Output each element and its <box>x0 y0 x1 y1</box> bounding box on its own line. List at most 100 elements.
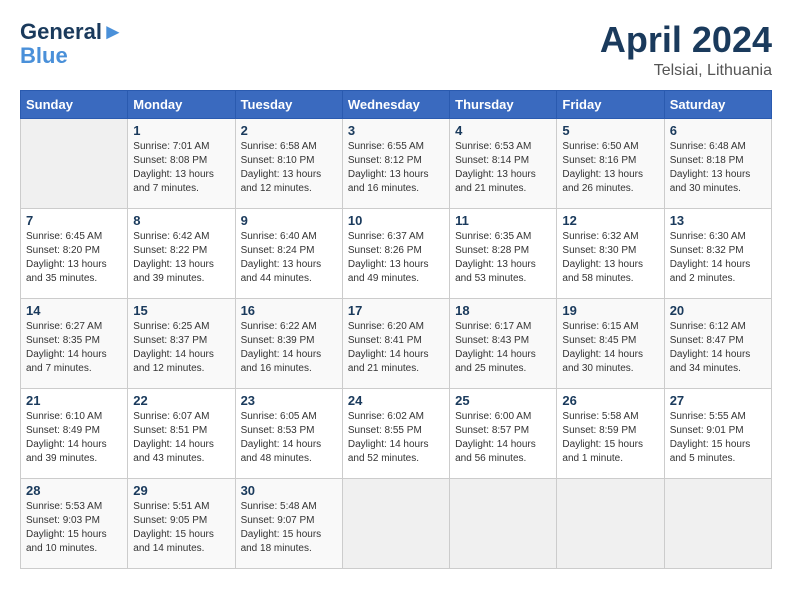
day-number: 18 <box>455 303 551 318</box>
calendar-week-row: 7Sunrise: 6:45 AM Sunset: 8:20 PM Daylig… <box>21 208 772 298</box>
day-number: 23 <box>241 393 337 408</box>
calendar-cell: 17 Sunrise: 6:20 AM Sunset: 8:41 PM Dayli… <box>342 298 449 388</box>
day-number: 9 <box>241 213 337 228</box>
calendar-cell <box>557 478 664 568</box>
cell-content: Sunrise: 6:42 AM Sunset: 8:22 PM Dayligh… <box>133 230 229 286</box>
cell-content: Sunrise: 6:15 AM Sunset: 8:45 PM Dayligh… <box>562 320 658 376</box>
weekday-header: Saturday <box>664 90 771 118</box>
day-number: 13 <box>670 213 766 228</box>
cell-content: Sunrise: 6:20 AM Sunset: 8:41 PM Dayligh… <box>348 320 444 376</box>
day-number: 5 <box>562 123 658 138</box>
calendar-cell: 25Sunrise: 6:00 AM Sunset: 8:57 PM Dayli… <box>450 388 557 478</box>
day-number: 6 <box>670 123 766 138</box>
calendar-week-row: 1Sunrise: 7:01 AM Sunset: 8:08 PM Daylig… <box>21 118 772 208</box>
day-number: 11 <box>455 213 551 228</box>
calendar-cell: 10 Sunrise: 6:37 AM Sunset: 8:26 PM Dayli… <box>342 208 449 298</box>
calendar-cell: 18Sunrise: 6:17 AM Sunset: 8:43 PM Dayli… <box>450 298 557 388</box>
cell-content: Sunrise: 5:51 AM Sunset: 9:05 PM Dayligh… <box>133 500 229 556</box>
day-number: 1 <box>133 123 229 138</box>
day-number: 14 <box>26 303 122 318</box>
cell-content: Sunrise: 6:53 AM Sunset: 8:14 PM Dayligh… <box>455 140 551 196</box>
calendar-cell: 9 Sunrise: 6:40 AM Sunset: 8:24 PM Daylig… <box>235 208 342 298</box>
calendar-cell: 19 Sunrise: 6:15 AM Sunset: 8:45 PM Dayli… <box>557 298 664 388</box>
cell-content: Sunrise: 6:30 AM Sunset: 8:32 PM Dayligh… <box>670 230 766 286</box>
cell-content: Sunrise: 6:37 AM Sunset: 8:26 PM Dayligh… <box>348 230 444 286</box>
day-number: 3 <box>348 123 444 138</box>
cell-content: Sunrise: 6:02 AM Sunset: 8:55 PM Dayligh… <box>348 410 444 466</box>
weekday-header: Sunday <box>21 90 128 118</box>
calendar-cell: 23 Sunrise: 6:05 AM Sunset: 8:53 PM Dayli… <box>235 388 342 478</box>
day-number: 15 <box>133 303 229 318</box>
day-number: 29 <box>133 483 229 498</box>
calendar-cell: 24Sunrise: 6:02 AM Sunset: 8:55 PM Dayli… <box>342 388 449 478</box>
calendar-cell: 1Sunrise: 7:01 AM Sunset: 8:08 PM Daylig… <box>128 118 235 208</box>
calendar-cell <box>664 478 771 568</box>
calendar-cell: 22Sunrise: 6:07 AM Sunset: 8:51 PM Dayli… <box>128 388 235 478</box>
calendar-cell <box>450 478 557 568</box>
day-number: 2 <box>241 123 337 138</box>
calendar-cell: 11 Sunrise: 6:35 AM Sunset: 8:28 PM Dayli… <box>450 208 557 298</box>
calendar-week-row: 21Sunrise: 6:10 AM Sunset: 8:49 PM Dayli… <box>21 388 772 478</box>
location: Telsiai, Lithuania <box>600 62 772 80</box>
cell-content: Sunrise: 5:58 AM Sunset: 8:59 PM Dayligh… <box>562 410 658 466</box>
calendar-cell: 7Sunrise: 6:45 AM Sunset: 8:20 PM Daylig… <box>21 208 128 298</box>
calendar-cell: 8 Sunrise: 6:42 AM Sunset: 8:22 PM Daylig… <box>128 208 235 298</box>
day-number: 7 <box>26 213 122 228</box>
calendar-body: 1Sunrise: 7:01 AM Sunset: 8:08 PM Daylig… <box>21 118 772 568</box>
cell-content: Sunrise: 6:40 AM Sunset: 8:24 PM Dayligh… <box>241 230 337 286</box>
day-number: 4 <box>455 123 551 138</box>
calendar-cell: 2 Sunrise: 6:58 AM Sunset: 8:10 PM Daylig… <box>235 118 342 208</box>
cell-content: Sunrise: 6:22 AM Sunset: 8:39 PM Dayligh… <box>241 320 337 376</box>
page-header: General►Blue April 2024 Telsiai, Lithuan… <box>20 20 772 80</box>
weekday-header: Monday <box>128 90 235 118</box>
cell-content: Sunrise: 6:25 AM Sunset: 8:37 PM Dayligh… <box>133 320 229 376</box>
cell-content: Sunrise: 5:53 AM Sunset: 9:03 PM Dayligh… <box>26 500 122 556</box>
cell-content: Sunrise: 6:05 AM Sunset: 8:53 PM Dayligh… <box>241 410 337 466</box>
calendar-cell: 16 Sunrise: 6:22 AM Sunset: 8:39 PM Dayli… <box>235 298 342 388</box>
day-number: 27 <box>670 393 766 408</box>
cell-content: Sunrise: 6:27 AM Sunset: 8:35 PM Dayligh… <box>26 320 122 376</box>
cell-content: Sunrise: 6:07 AM Sunset: 8:51 PM Dayligh… <box>133 410 229 466</box>
day-number: 30 <box>241 483 337 498</box>
logo: General►Blue <box>20 20 124 68</box>
calendar-cell: 21Sunrise: 6:10 AM Sunset: 8:49 PM Dayli… <box>21 388 128 478</box>
calendar-cell: 5Sunrise: 6:50 AM Sunset: 8:16 PM Daylig… <box>557 118 664 208</box>
logo-blue: Blue <box>20 43 68 68</box>
calendar-cell: 20 Sunrise: 6:12 AM Sunset: 8:47 PM Dayli… <box>664 298 771 388</box>
cell-content: Sunrise: 6:58 AM Sunset: 8:10 PM Dayligh… <box>241 140 337 196</box>
calendar-week-row: 14 Sunrise: 6:27 AM Sunset: 8:35 PM Dayli… <box>21 298 772 388</box>
calendar-cell: 12Sunrise: 6:32 AM Sunset: 8:30 PM Dayli… <box>557 208 664 298</box>
cell-content: Sunrise: 6:00 AM Sunset: 8:57 PM Dayligh… <box>455 410 551 466</box>
weekday-header: Wednesday <box>342 90 449 118</box>
day-number: 21 <box>26 393 122 408</box>
weekday-header: Friday <box>557 90 664 118</box>
calendar-cell: 15 Sunrise: 6:25 AM Sunset: 8:37 PM Dayli… <box>128 298 235 388</box>
calendar-cell <box>21 118 128 208</box>
cell-content: Sunrise: 5:55 AM Sunset: 9:01 PM Dayligh… <box>670 410 766 466</box>
calendar-cell: 29 Sunrise: 5:51 AM Sunset: 9:05 PM Dayli… <box>128 478 235 568</box>
day-number: 26 <box>562 393 658 408</box>
day-number: 20 <box>670 303 766 318</box>
weekday-header: Thursday <box>450 90 557 118</box>
title-block: April 2024 Telsiai, Lithuania <box>600 20 772 80</box>
day-number: 28 <box>26 483 122 498</box>
day-number: 10 <box>348 213 444 228</box>
day-number: 12 <box>562 213 658 228</box>
calendar-table: SundayMondayTuesdayWednesdayThursdayFrid… <box>20 90 772 569</box>
day-number: 16 <box>241 303 337 318</box>
calendar-cell: 6 Sunrise: 6:48 AM Sunset: 8:18 PM Daylig… <box>664 118 771 208</box>
cell-content: Sunrise: 6:48 AM Sunset: 8:18 PM Dayligh… <box>670 140 766 196</box>
cell-content: Sunrise: 6:55 AM Sunset: 8:12 PM Dayligh… <box>348 140 444 196</box>
calendar-cell: 14 Sunrise: 6:27 AM Sunset: 8:35 PM Dayli… <box>21 298 128 388</box>
weekday-header: Tuesday <box>235 90 342 118</box>
cell-content: Sunrise: 6:12 AM Sunset: 8:47 PM Dayligh… <box>670 320 766 376</box>
day-number: 19 <box>562 303 658 318</box>
month-year: April 2024 <box>600 20 772 60</box>
logo-accent: ► <box>102 19 124 44</box>
logo-text: General►Blue <box>20 20 124 68</box>
day-number: 8 <box>133 213 229 228</box>
day-number: 17 <box>348 303 444 318</box>
calendar-cell: 27 Sunrise: 5:55 AM Sunset: 9:01 PM Dayli… <box>664 388 771 478</box>
cell-content: Sunrise: 6:35 AM Sunset: 8:28 PM Dayligh… <box>455 230 551 286</box>
calendar-week-row: 28 Sunrise: 5:53 AM Sunset: 9:03 PM Dayli… <box>21 478 772 568</box>
